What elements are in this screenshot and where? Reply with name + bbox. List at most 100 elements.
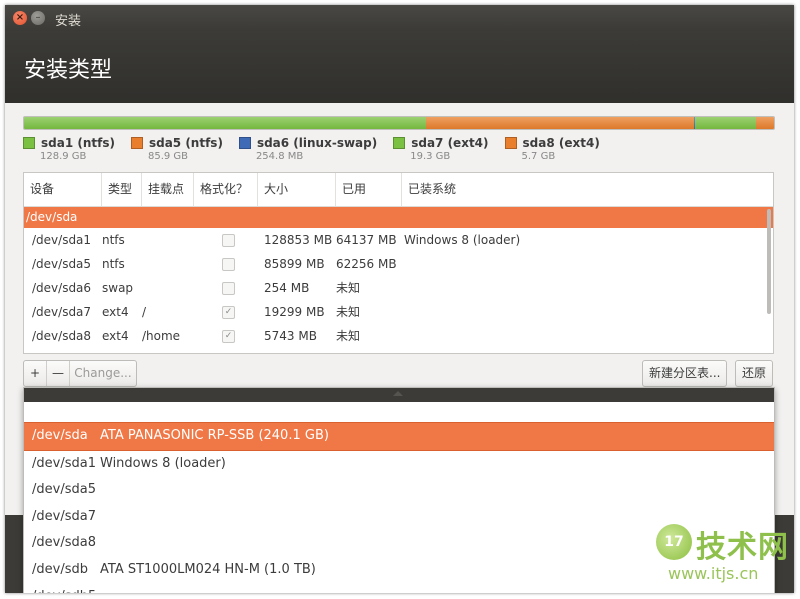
cell-used: 62256 MB — [336, 257, 397, 271]
watermark: 17 技术网 www.itjs.cn — [656, 520, 790, 592]
table-row[interactable]: /dev/sda5 ntfs 85899 MB 62256 MB — [24, 252, 773, 276]
table-row[interactable]: /dev/sda — [24, 207, 773, 228]
format-checkbox[interactable] — [222, 258, 235, 271]
partition-toolbar: + — Change... — [23, 360, 137, 387]
legend-item: sda1 (ntfs) 128.9 GB — [23, 136, 115, 162]
watermark-logo: 17 — [656, 524, 692, 560]
cell-device: /dev/sda — [26, 210, 78, 224]
column-header-device[interactable]: 设备 — [24, 173, 102, 206]
change-partition-button[interactable]: Change... — [70, 361, 136, 386]
minimize-icon: – — [35, 12, 41, 23]
legend-device: sda8 (ext4) — [522, 136, 600, 150]
new-partition-table-button[interactable]: 新建分区表... — [642, 360, 728, 387]
dropdown-item[interactable]: /dev/sda5 — [24, 477, 774, 504]
partition-legend: sda1 (ntfs) 128.9 GB sda5 (ntfs) 85.9 GB sda… — [23, 136, 616, 162]
page-title: 安装类型 — [24, 58, 113, 83]
dropdown-item-device: /dev/sda7 — [32, 508, 96, 524]
cell-system: Windows 8 (loader) — [404, 233, 521, 247]
minimize-button[interactable]: – — [31, 11, 45, 25]
cell-type: swap — [102, 281, 134, 295]
legend-size: 128.9 GB — [40, 151, 87, 162]
dropdown-item-description: ATA ST1000LM024 HN-M (1.0 TB) — [100, 561, 316, 577]
revert-button[interactable]: 还原 — [735, 360, 774, 387]
format-checkbox[interactable]: ✓ — [222, 306, 235, 319]
remove-partition-button[interactable]: — — [47, 361, 70, 386]
format-checkbox[interactable] — [222, 234, 235, 247]
legend-item: sda8 (ext4) 5.7 GB — [504, 136, 600, 162]
partition-segment — [24, 117, 426, 129]
cell-device: /dev/sda1 — [32, 233, 92, 247]
cell-type: ntfs — [102, 233, 125, 247]
legend-item: sda6 (linux-swap) 254.8 MB — [238, 136, 378, 162]
cell-type: ext4 — [102, 329, 129, 343]
column-header-used[interactable]: 已用 — [336, 173, 402, 206]
cell-size: 254 MB — [264, 281, 310, 295]
column-header-mount[interactable]: 挂载点 — [142, 173, 194, 206]
format-checkbox[interactable]: ✓ — [222, 330, 235, 343]
column-header-system[interactable]: 已装系统 — [402, 173, 773, 206]
cell-type: ntfs — [102, 257, 125, 271]
dropdown-item-device: /dev/sda8 — [32, 535, 96, 551]
close-button[interactable]: × — [13, 11, 27, 25]
legend-size: 254.8 MB — [255, 151, 304, 162]
cell-size: 5743 MB — [264, 329, 317, 343]
cell-device: /dev/sda8 — [32, 329, 92, 343]
installer-window: × – 安装 安装类型 sda1 (ntfs) 128.9 GB sda5 (ntf… — [5, 5, 794, 593]
dropdown-item-description: Windows 8 (loader) — [100, 455, 226, 471]
watermark-name: 技术网 — [696, 530, 789, 565]
table-row[interactable]: /dev/sda8 ext4/home ✓ 5743 MB 未知 — [24, 324, 773, 348]
column-header-type[interactable]: 类型 — [102, 173, 142, 206]
watermark-url: www.itjs.cn — [668, 564, 759, 583]
cell-mount: /home — [142, 329, 181, 343]
legend-swatch — [130, 137, 143, 149]
table-row[interactable]: /dev/sda1 ntfs 128853 MB 64137 MB Windows 8 … — [24, 228, 773, 252]
table-row[interactable]: /dev/sda6 swap 254 MB 未知 — [24, 276, 773, 300]
dropdown-item-device: /dev/sda1 — [32, 455, 96, 471]
partition-table[interactable]: 设备 类型 挂载点 格式化？ 大小 已用 已装系统 /dev/sda/dev/s… — [23, 172, 774, 354]
dropdown-item-device: /dev/sda — [32, 428, 88, 443]
column-header-size[interactable]: 大小 — [258, 173, 336, 206]
dropdown-spacer — [24, 402, 774, 422]
dropdown-item-description: ATA PANASONIC RP-SSB (240.1 GB) — [100, 428, 329, 443]
page-header: 安装类型 — [5, 31, 794, 103]
scroll-up-icon — [393, 391, 403, 396]
partition-segment — [756, 117, 774, 129]
dropdown-item-device: /dev/sdb — [32, 561, 88, 577]
window-title: 安装 — [55, 14, 82, 29]
legend-device: sda1 (ntfs) — [41, 136, 115, 150]
table-row[interactable]: /dev/sdb — [24, 348, 773, 353]
legend-item: sda5 (ntfs) 85.9 GB — [130, 136, 223, 162]
legend-device: sda6 (linux-swap) — [256, 136, 378, 150]
table-header: 设备 类型 挂载点 格式化？ 大小 已用 已装系统 — [24, 173, 773, 207]
dropdown-item[interactable]: /dev/sda1 Windows 8 (loader) — [24, 451, 774, 478]
legend-item: sda7 (ext4) 19.3 GB — [393, 136, 489, 162]
cell-type: ext4 — [102, 305, 129, 319]
dropdown-item[interactable]: /dev/sda ATA PANASONIC RP-SSB (240.1 GB) — [24, 422, 774, 451]
cell-device: /dev/sda7 — [32, 305, 92, 319]
partition-segment — [694, 117, 756, 129]
title-bar: × – 安装 — [5, 5, 794, 31]
cell-used: 未知 — [336, 329, 361, 343]
legend-swatch — [504, 137, 517, 149]
cell-device: /dev/sda5 — [32, 257, 92, 271]
format-checkbox[interactable] — [222, 282, 235, 295]
legend-size: 5.7 GB — [521, 151, 556, 162]
legend-swatch — [238, 137, 251, 149]
add-partition-button[interactable]: + — [24, 361, 47, 386]
close-icon: × — [15, 12, 25, 23]
partition-segment — [426, 117, 694, 129]
legend-device: sda7 (ext4) — [411, 136, 489, 150]
dropdown-item-device: /dev/sda5 — [32, 482, 96, 498]
table-row[interactable]: /dev/sda7 ext4 / ✓ 19299 MB 未知 — [24, 300, 773, 324]
column-header-format[interactable]: 格式化？ — [194, 173, 258, 206]
cell-size: 128853 MB — [264, 233, 333, 247]
legend-size: 19.3 GB — [410, 151, 451, 162]
table-scrollbar[interactable] — [767, 209, 771, 314]
legend-device: sda5 (ntfs) — [148, 136, 223, 150]
cell-device: /dev/sda6 — [32, 281, 92, 295]
cell-used: 未知 — [336, 281, 361, 295]
cell-device: /dev/sdb — [26, 348, 78, 353]
legend-swatch — [393, 137, 406, 149]
dropdown-scroll-handle[interactable] — [24, 388, 774, 402]
legend-size: 85.9 GB — [147, 151, 189, 162]
